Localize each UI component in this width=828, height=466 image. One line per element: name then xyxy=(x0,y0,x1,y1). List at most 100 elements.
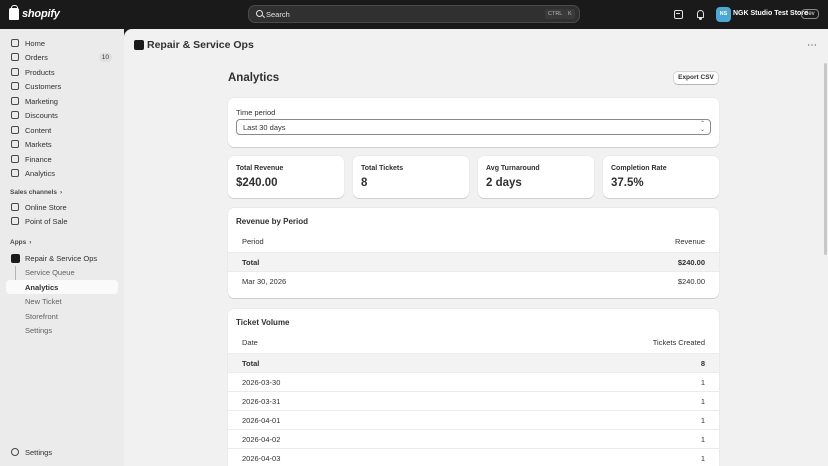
sidebar-item-service-queue[interactable]: Service Queue xyxy=(6,265,118,279)
sidebar-item-analytics[interactable]: Analytics xyxy=(6,166,118,180)
revenue-by-period-card: Revenue by Period Period Revenue Total $… xyxy=(228,208,719,298)
select-chevron-icon: ⌃ ⌄ xyxy=(699,121,705,133)
stat-label: Avg Turnaround xyxy=(486,165,540,172)
table-cell: 1 xyxy=(700,435,705,444)
export-csv-button[interactable]: Export CSV xyxy=(673,71,719,85)
sidebar-item-storefront[interactable]: Storefront xyxy=(6,309,118,323)
stat-card-total-tickets: Total Tickets 8 xyxy=(353,156,469,198)
stat-label: Completion Rate xyxy=(611,165,667,172)
column-header: Period xyxy=(242,237,264,246)
sidebar-item-marketing[interactable]: Marketing xyxy=(6,94,118,108)
env-badge: dev xyxy=(801,9,819,19)
sidebar-item-customers[interactable]: Customers xyxy=(6,79,118,93)
sidebar-item-label: Marketing xyxy=(25,96,58,106)
brand-name: shopify xyxy=(22,8,60,20)
store-name[interactable]: NGK Studio Test Store xyxy=(733,10,808,17)
analytics-icon xyxy=(11,169,19,177)
pos-icon xyxy=(11,217,19,225)
sidebar-item-label: Service Queue xyxy=(25,267,75,277)
scrollbar[interactable] xyxy=(824,63,827,255)
bell-icon[interactable] xyxy=(697,10,704,20)
table-cell: 2026-04-03 xyxy=(242,454,281,463)
stat-card-avg-turnaround: Avg Turnaround 2 days xyxy=(478,156,594,198)
shortcut-k: K xyxy=(565,9,575,19)
card-title: Ticket Volume xyxy=(236,318,290,327)
sidebar-item-label: Products xyxy=(25,67,55,77)
table-header-row: Date Tickets Created xyxy=(228,333,719,352)
gear-icon xyxy=(11,448,19,456)
table-row: 2026-04-02 1 xyxy=(228,429,719,448)
table-cell: Total xyxy=(242,258,260,267)
shortcut-ctrl: CTRL xyxy=(545,9,566,19)
stat-card-completion-rate: Completion Rate 37.5% xyxy=(603,156,719,198)
main-content: Repair & Service Ops ⋯ Analytics Export … xyxy=(124,29,828,466)
sidebar-item-home[interactable]: Home xyxy=(6,36,118,50)
orders-count-badge: 10 xyxy=(98,52,112,62)
search-icon xyxy=(256,10,263,17)
apps-heading[interactable]: Apps › xyxy=(10,239,31,246)
shopify-bag-icon xyxy=(9,5,19,20)
app-title: Repair & Service Ops xyxy=(147,39,254,51)
sidebar-item-online-store[interactable]: Online Store xyxy=(6,200,118,214)
app-icon xyxy=(11,253,20,263)
online-store-icon xyxy=(11,203,19,211)
section-heading-label: Apps xyxy=(10,239,27,246)
marketing-icon xyxy=(11,97,19,105)
card-title: Revenue by Period xyxy=(236,217,309,226)
markets-icon xyxy=(11,140,19,148)
table-row: Total $240.00 xyxy=(228,252,719,271)
column-header: Revenue xyxy=(674,237,705,246)
table-row: 2026-03-31 1 xyxy=(228,391,719,410)
sidebar-item-label: Discounts xyxy=(25,110,58,120)
sidebar-item-label: Finance xyxy=(25,154,52,164)
table-cell: 1 xyxy=(700,454,705,463)
avatar[interactable]: NS xyxy=(716,7,731,22)
sidebar-item-label: Online Store xyxy=(25,202,67,212)
top-bar: shopify Search CTRL K NS NGK Studio Test… xyxy=(0,0,828,29)
shopify-logo[interactable]: shopify xyxy=(9,5,60,20)
sidebar-item-label: Analytics xyxy=(25,168,56,178)
sidebar-item-markets[interactable]: Markets xyxy=(6,137,118,151)
stat-card-total-revenue: Total Revenue $240.00 xyxy=(228,156,344,198)
time-period-label: Time period xyxy=(236,108,276,117)
chevron-right-icon: › xyxy=(59,189,63,196)
time-period-select[interactable]: Last 30 days ⌃ ⌄ xyxy=(236,119,711,135)
table-row: Mar 30, 2026 $240.00 xyxy=(228,271,719,290)
sidebar-item-settings[interactable]: Settings xyxy=(6,445,118,459)
store-icon[interactable] xyxy=(674,10,683,19)
table-row: 2026-04-01 1 xyxy=(228,410,719,429)
sidebar-item-label: Analytics xyxy=(25,282,59,292)
table-cell: Mar 30, 2026 xyxy=(242,277,287,286)
table-header-row: Period Revenue xyxy=(228,232,719,251)
sidebar-item-content[interactable]: Content xyxy=(6,123,118,137)
sidebar-item-label: Settings xyxy=(25,325,53,335)
sidebar-item-analytics-sub[interactable]: Analytics xyxy=(6,280,118,294)
more-options-icon[interactable]: ⋯ xyxy=(807,40,817,51)
sidebar: Home Orders 10 Products Customers Market… xyxy=(0,29,124,466)
sidebar-item-app-settings[interactable]: Settings xyxy=(6,323,118,337)
time-period-value: Last 30 days xyxy=(243,123,286,132)
stat-label: Total Tickets xyxy=(361,165,404,172)
chevron-right-icon: › xyxy=(29,239,32,246)
sidebar-item-finance[interactable]: Finance xyxy=(6,152,118,166)
table-cell: 2026-04-02 xyxy=(242,435,281,444)
table-cell: 8 xyxy=(700,359,705,368)
table-cell: 2026-04-01 xyxy=(242,416,281,425)
sidebar-item-repair-service-ops[interactable]: Repair & Service Ops xyxy=(6,251,118,265)
sidebar-item-orders[interactable]: Orders 10 xyxy=(6,50,118,64)
search-bar[interactable]: Search CTRL K xyxy=(248,5,580,23)
sidebar-item-point-of-sale[interactable]: Point of Sale xyxy=(6,214,118,228)
section-heading-label: Sales channels xyxy=(10,189,57,196)
discounts-icon xyxy=(11,111,19,119)
table-row: Total 8 xyxy=(228,353,719,372)
table-cell: 2026-03-30 xyxy=(242,378,281,387)
customers-icon xyxy=(11,82,19,90)
sidebar-item-new-ticket[interactable]: New Ticket xyxy=(6,294,118,308)
sidebar-item-discounts[interactable]: Discounts xyxy=(6,108,118,122)
table-row: 2026-03-30 1 xyxy=(228,372,719,391)
column-header: Tickets Created xyxy=(652,338,705,347)
sales-channels-heading[interactable]: Sales channels › xyxy=(10,189,62,196)
sidebar-item-label: Orders xyxy=(25,52,48,62)
sidebar-item-products[interactable]: Products xyxy=(6,65,118,79)
sidebar-item-label: Home xyxy=(25,38,46,48)
